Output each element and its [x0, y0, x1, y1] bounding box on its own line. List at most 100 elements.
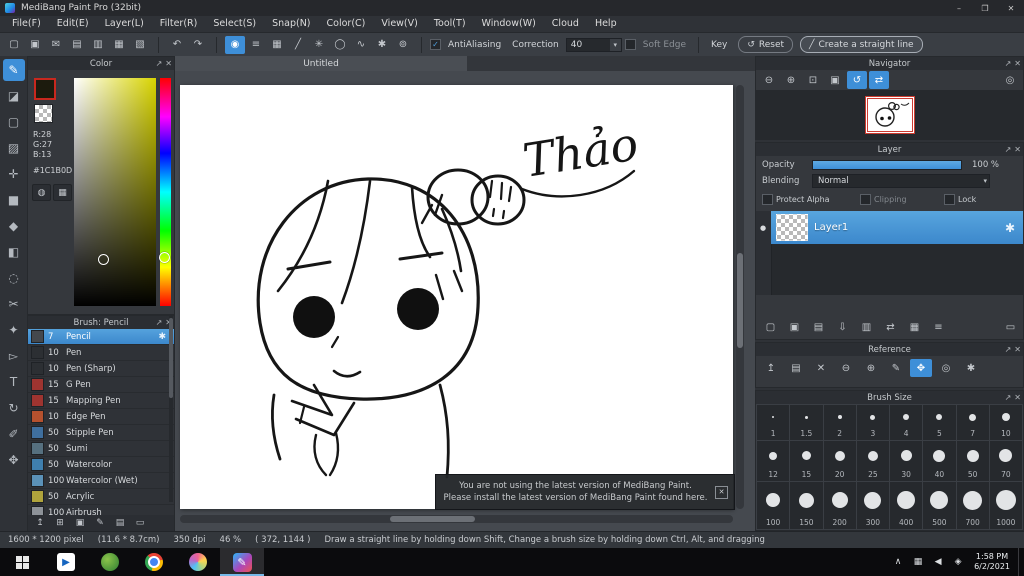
brush-size-300[interactable]: 300 [856, 482, 889, 529]
brush-item-edge-pen[interactable]: 10 Edge Pen [28, 409, 174, 425]
brush-size-1000[interactable]: 1000 [989, 482, 1022, 529]
merge-down-icon[interactable]: ⇩ [832, 319, 853, 335]
edit-brush-icon[interactable]: ✎ [91, 516, 109, 530]
brush-item-acrylic[interactable]: 50 Acrylic [28, 489, 174, 505]
brush-size-2[interactable]: 2 [823, 405, 856, 440]
popout-icon[interactable]: ↗ [1005, 345, 1012, 354]
opacity-slider[interactable] [812, 160, 962, 170]
rotate-left-icon[interactable]: ↺ [847, 71, 867, 89]
brush-item-mapping-pen[interactable]: 15 Mapping Pen [28, 393, 174, 409]
new-folder-icon[interactable]: ▤ [808, 319, 829, 335]
blending-select[interactable]: Normal ▾ [812, 174, 990, 188]
brush-size-3[interactable]: 3 [856, 405, 889, 440]
eraser-tool[interactable]: ◪ [3, 85, 25, 107]
reset-button[interactable]: ↺ Reset [738, 36, 794, 53]
hue-cursor[interactable] [159, 252, 170, 263]
duplicate-layer-icon[interactable]: ▣ [784, 319, 805, 335]
lock-checkbox[interactable]: Lock [944, 194, 976, 205]
load-reference-icon[interactable]: ↥ [760, 359, 782, 377]
foreground-color-swatch[interactable] [34, 78, 56, 100]
taskbar-green-app[interactable] [88, 548, 132, 576]
crosshair-icon[interactable]: ◎ [935, 359, 957, 377]
zoom-out-icon[interactable]: ⊖ [835, 359, 857, 377]
brush-size-40[interactable]: 40 [923, 441, 956, 481]
popout-icon[interactable]: ↗ [1005, 145, 1012, 154]
brush-size-100[interactable]: 100 [757, 482, 790, 529]
brush-item-stipple-pen[interactable]: 50 Stipple Pen [28, 425, 174, 441]
snap-off-icon[interactable]: ◉ [225, 35, 245, 54]
layout-icon[interactable]: ▧ [130, 36, 150, 54]
eyedropper-icon[interactable]: ✎ [885, 359, 907, 377]
save-brush-icon[interactable]: ↥ [31, 516, 49, 530]
antialiasing-checkbox[interactable]: ✓ AntiAliasing [430, 39, 505, 50]
snap-curve-icon[interactable]: ∿ [351, 36, 371, 54]
lasso-tool[interactable]: ✂ [3, 293, 25, 315]
brush-list-scrollbar[interactable] [169, 316, 173, 502]
create-straight-line-button[interactable]: ╱ Create a straight line [800, 36, 923, 53]
close-panel-icon[interactable]: ✕ [1014, 145, 1021, 154]
fill-rect-tool[interactable]: ■ [3, 189, 25, 211]
move-tool[interactable]: ✛ [3, 163, 25, 185]
duplicate-brush-icon[interactable]: ▣ [71, 516, 89, 530]
brush-item-pen[interactable]: 10 Pen [28, 345, 174, 361]
brush-size-10[interactable]: 10 [989, 405, 1022, 440]
canvas-vertical-scrollbar[interactable] [736, 85, 744, 509]
start-button[interactable] [0, 548, 44, 576]
close-panel-icon[interactable]: ✕ [1014, 59, 1021, 68]
correction-select[interactable]: 40 ▾ [565, 37, 622, 52]
eyedropper-tool[interactable]: ✐ [3, 423, 25, 445]
menu-filter[interactable]: Filter(R) [152, 16, 206, 32]
drawing-canvas[interactable]: Thảo [180, 85, 733, 509]
brush-size-5[interactable]: 5 [923, 405, 956, 440]
web-color-icon[interactable]: ◍ [32, 184, 51, 201]
brush-size-4[interactable]: 4 [890, 405, 923, 440]
delete-brush-icon[interactable]: ▭ [131, 516, 149, 530]
import-layer-icon[interactable]: ▥ [856, 319, 877, 335]
text-tool[interactable]: T [3, 371, 25, 393]
snap-circle-icon[interactable]: ◯ [330, 36, 350, 54]
popout-icon[interactable]: ↗ [156, 59, 163, 68]
brush-size-400[interactable]: 400 [890, 482, 923, 529]
reset-view-icon[interactable]: ◎ [1000, 71, 1020, 89]
snap-radial-icon[interactable]: ✳ [309, 36, 329, 54]
clipping-checkbox[interactable]: Clipping [860, 194, 944, 205]
menu-select[interactable]: Select(S) [205, 16, 264, 32]
taskbar-media-player[interactable]: ▶ [44, 548, 88, 576]
popout-icon[interactable]: ↗ [1005, 393, 1012, 402]
layer-visibility-icon[interactable]: ● [760, 224, 766, 232]
undo-icon[interactable]: ↶ [167, 36, 187, 54]
add-brush-icon[interactable]: ⊞ [51, 516, 69, 530]
taskbar-medibang-paint-active[interactable]: ✎ [220, 548, 264, 576]
reorder-layer-icon[interactable]: ⇄ [880, 319, 901, 335]
brush-size-20[interactable]: 20 [823, 441, 856, 481]
minimize-button[interactable]: – [946, 0, 972, 16]
menu-color[interactable]: Color(C) [319, 16, 374, 32]
export-icon[interactable]: ▤ [67, 36, 87, 54]
brush-size-1[interactable]: 1 [757, 405, 790, 440]
menu-cloud[interactable]: Cloud [544, 16, 587, 32]
transparent-color-swatch[interactable] [34, 104, 53, 123]
saturation-value-picker[interactable] [74, 78, 156, 306]
brush-item-sumi[interactable]: 50 Sumi [28, 441, 174, 457]
grid-icon[interactable]: ▦ [109, 36, 129, 54]
zoom-in-icon[interactable]: ⊕ [860, 359, 882, 377]
control-point-tool[interactable]: ▻ [3, 345, 25, 367]
scrollbar-thumb[interactable] [390, 516, 475, 522]
hue-slider[interactable] [159, 78, 171, 306]
brush-size-25[interactable]: 25 [856, 441, 889, 481]
brush-folder-icon[interactable]: ▤ [111, 516, 129, 530]
notification-close-button[interactable]: ✕ [715, 485, 728, 499]
close-button[interactable]: ✕ [998, 0, 1024, 16]
show-desktop-button[interactable] [1018, 548, 1024, 576]
color-picker-cursor[interactable] [98, 254, 109, 265]
select-ellipse-tool[interactable]: ◌ [3, 267, 25, 289]
snap-grid-icon[interactable]: ▦ [267, 36, 287, 54]
fit-window-icon[interactable]: ⊡ [803, 71, 823, 89]
menu-edit[interactable]: Edit(E) [49, 16, 97, 32]
magic-wand-tool[interactable]: ✦ [3, 319, 25, 341]
brush-size-700[interactable]: 700 [956, 482, 989, 529]
menu-layer[interactable]: Layer(L) [97, 16, 152, 32]
brush-size-500[interactable]: 500 [923, 482, 956, 529]
brush-item-watercolor[interactable]: 50 Watercolor [28, 457, 174, 473]
bucket-tool[interactable]: ◆ [3, 215, 25, 237]
